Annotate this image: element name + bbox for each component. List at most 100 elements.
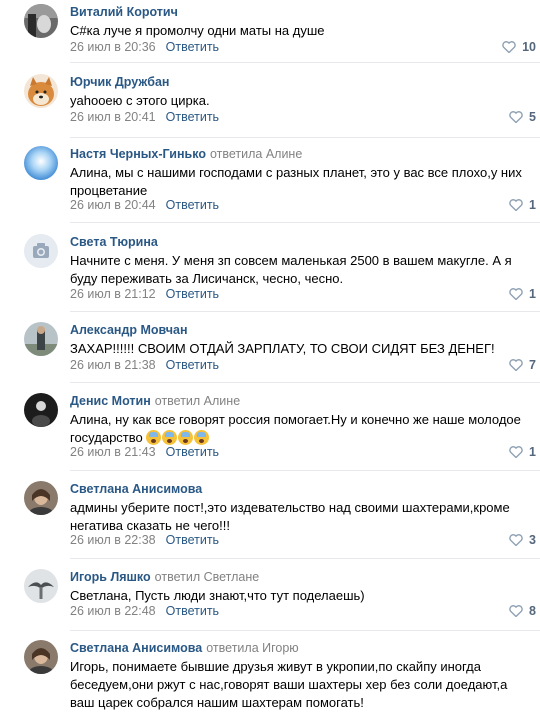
- like-button[interactable]: 1: [509, 198, 536, 214]
- divider: [70, 630, 540, 631]
- avatar[interactable]: [24, 74, 58, 108]
- divider: [70, 222, 540, 223]
- comment-author-line: Светлана Анисимова ответила Игорю: [70, 641, 299, 655]
- scream-emoji-icon: [162, 430, 178, 445]
- heart-icon: [509, 605, 523, 620]
- like-button[interactable]: 3: [509, 533, 536, 549]
- author-name[interactable]: Денис Мотин: [70, 394, 151, 408]
- comment-item: Настя Черных-Гинько ответила Алине Алина,…: [0, 142, 540, 230]
- scream-emoji-icon: [146, 430, 162, 445]
- heart-icon: [509, 359, 523, 374]
- comment-date[interactable]: 26 июл в 21:12: [70, 287, 156, 301]
- author-name[interactable]: Александр Мовчан: [70, 323, 188, 337]
- like-count: 10: [522, 40, 536, 54]
- divider: [70, 62, 540, 63]
- comment-date[interactable]: 26 июл в 22:48: [70, 604, 156, 618]
- scream-emoji-icon: [178, 430, 194, 445]
- comment-item: Александр Мовчан ЗАХАР!!!!!! СВОИМ ОТДАЙ…: [0, 318, 540, 388]
- avatar[interactable]: [24, 640, 58, 674]
- avatar[interactable]: [24, 4, 58, 38]
- like-button[interactable]: 8: [509, 604, 536, 620]
- comment-meta: 26 июл в 21:12 Ответить: [70, 287, 219, 301]
- comment-date[interactable]: 26 июл в 21:38: [70, 358, 156, 372]
- comment-author-line: Настя Черных-Гинько ответила Алине: [70, 147, 302, 161]
- comment-text: админы уберите пост!,это издевательство …: [70, 500, 510, 533]
- reply-button[interactable]: Ответить: [166, 40, 219, 54]
- like-count: 7: [529, 358, 536, 372]
- divider: [70, 311, 540, 312]
- comment-meta: 26 июл в 21:38 Ответить: [70, 358, 219, 372]
- reply-to-label[interactable]: ответила Алине: [210, 147, 302, 161]
- comment-date[interactable]: 26 июл в 20:44: [70, 198, 156, 212]
- like-count: 1: [529, 198, 536, 212]
- divider: [70, 382, 540, 383]
- comment-text: ЗАХАР!!!!!! СВОИМ ОТДАЙ ЗАРПЛАТУ, ТО СВО…: [70, 341, 495, 356]
- reply-to-label[interactable]: ответил Алине: [155, 394, 240, 408]
- comment-author-line: Денис Мотин ответил Алине: [70, 394, 240, 408]
- reply-to-label[interactable]: ответил Светлане: [155, 570, 260, 584]
- author-name[interactable]: Игорь Ляшко: [70, 570, 151, 584]
- reply-button[interactable]: Ответить: [166, 604, 219, 618]
- comment-text: Игорь, понимаете бывшие друзья живут в у…: [70, 659, 508, 710]
- comment-date[interactable]: 26 июл в 22:38: [70, 533, 156, 547]
- like-count: 8: [529, 604, 536, 618]
- like-button[interactable]: 7: [509, 358, 536, 374]
- author-name[interactable]: Настя Черных-Гинько: [70, 147, 206, 161]
- reply-button[interactable]: Ответить: [166, 358, 219, 372]
- comment-author-line: Виталий Коротич: [70, 5, 178, 19]
- comment-item: Светлана Анисимова админы уберите пост!,…: [0, 477, 540, 565]
- heart-icon: [509, 534, 523, 549]
- heart-icon: [509, 288, 523, 303]
- like-button[interactable]: 5: [509, 110, 536, 126]
- divider: [70, 137, 540, 138]
- reply-to-label[interactable]: ответила Игорю: [206, 641, 298, 655]
- comment-date[interactable]: 26 июл в 20:36: [70, 40, 156, 54]
- like-count: 5: [529, 110, 536, 124]
- author-name[interactable]: Виталий Коротич: [70, 5, 178, 19]
- comment-author-line: Александр Мовчан: [70, 323, 188, 337]
- reply-button[interactable]: Ответить: [166, 445, 219, 459]
- like-count: 1: [529, 445, 536, 459]
- comment-author-line: Юрчик Дружбан: [70, 75, 169, 89]
- like-button[interactable]: 10: [502, 40, 536, 56]
- like-count: 3: [529, 533, 536, 547]
- avatar[interactable]: [24, 393, 58, 427]
- avatar[interactable]: [24, 234, 58, 268]
- comment-text-body: Алина, ну как все говорят россия помогае…: [70, 412, 521, 445]
- comment-date[interactable]: 26 июл в 20:41: [70, 110, 156, 124]
- reply-button[interactable]: Ответить: [166, 110, 219, 124]
- comment-item: Игорь Ляшко ответил Светлане Светлана, Пу…: [0, 565, 540, 636]
- comment-date[interactable]: 26 июл в 21:43: [70, 445, 156, 459]
- like-count: 1: [529, 287, 536, 301]
- reply-button[interactable]: Ответить: [166, 198, 219, 212]
- comment-meta: 26 июл в 22:48 Ответить: [70, 604, 219, 618]
- comment-text: С#ка луче я промолчу одни маты на душе: [70, 23, 325, 38]
- avatar[interactable]: [24, 322, 58, 356]
- comment-meta: 26 июл в 20:44 Ответить: [70, 198, 219, 212]
- scream-emoji-icon: [194, 430, 210, 445]
- comment-meta: 26 июл в 20:41 Ответить: [70, 110, 219, 124]
- avatar[interactable]: [24, 481, 58, 515]
- avatar[interactable]: [24, 569, 58, 603]
- divider: [70, 558, 540, 559]
- heart-icon: [509, 199, 523, 214]
- divider: [70, 470, 540, 471]
- comment-text: Алина, мы с нашими господами с разных пл…: [70, 165, 522, 198]
- comment-meta: 26 июл в 20:36 Ответить: [70, 40, 219, 54]
- author-name[interactable]: Юрчик Дружбан: [70, 75, 169, 89]
- like-button[interactable]: 1: [509, 445, 536, 461]
- reply-button[interactable]: Ответить: [166, 287, 219, 301]
- scream-emoji-group: [146, 430, 210, 445]
- author-name[interactable]: Света Тюрина: [70, 235, 158, 249]
- author-name[interactable]: Светлана Анисимова: [70, 641, 202, 655]
- avatar[interactable]: [24, 146, 58, 180]
- reply-button[interactable]: Ответить: [166, 533, 219, 547]
- like-button[interactable]: 1: [509, 287, 536, 303]
- comment-text: yahooею с этого цирка.: [70, 93, 210, 108]
- comment-author-line: Игорь Ляшко ответил Светлане: [70, 570, 259, 584]
- comment-text: Светлана, Пусть люди знают,что тут подел…: [70, 588, 365, 603]
- comment-item: Виталий Коротич С#ка луче я промолчу одн…: [0, 0, 540, 70]
- comment-author-line: Света Тюрина: [70, 235, 158, 249]
- heart-icon: [509, 446, 523, 461]
- author-name[interactable]: Светлана Анисимова: [70, 482, 202, 496]
